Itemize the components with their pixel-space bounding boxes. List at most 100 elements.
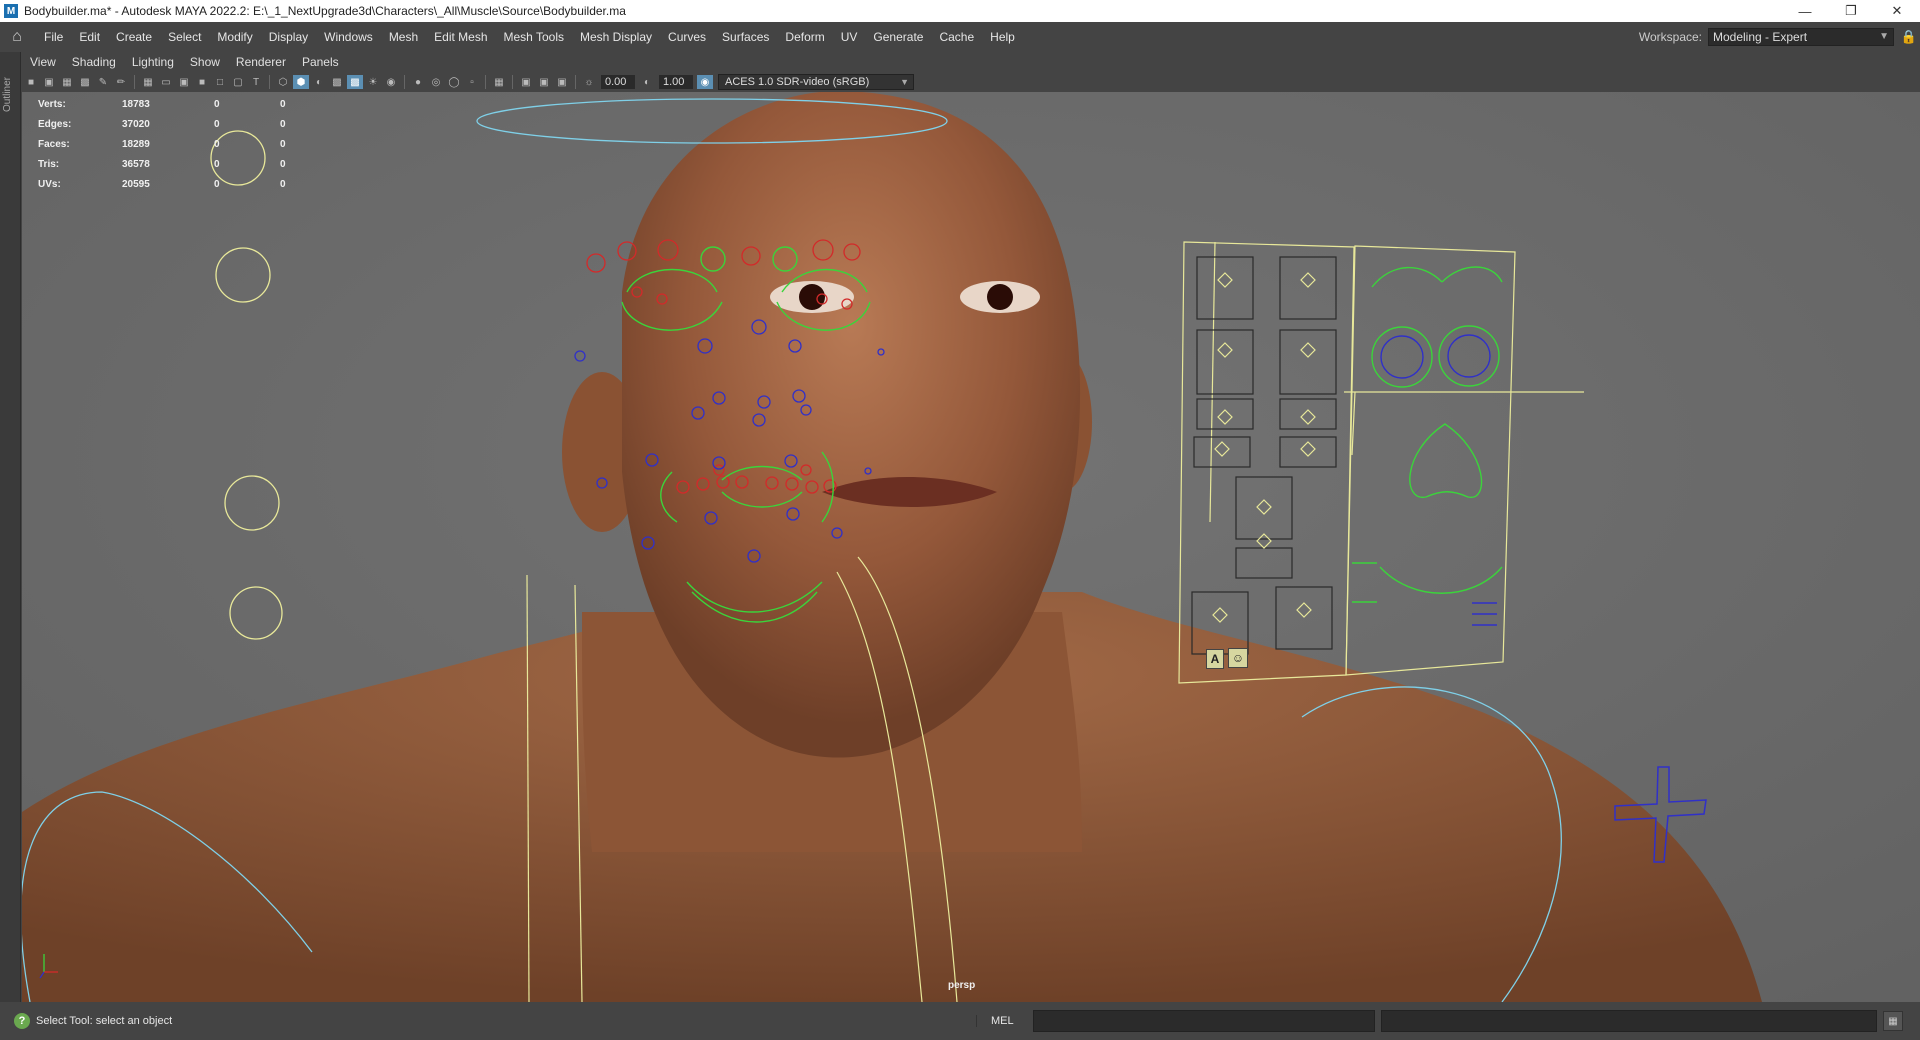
- outliner-strip[interactable]: Outliner: [0, 52, 21, 1002]
- menu-cache[interactable]: Cache: [931, 30, 982, 44]
- backface-culling-icon[interactable]: ▣: [554, 75, 570, 89]
- exposure-field[interactable]: 0.00: [601, 75, 635, 89]
- minimize-icon[interactable]: —: [1782, 0, 1828, 22]
- face-gui-attr-button[interactable]: A: [1206, 649, 1224, 669]
- command-result-field: [1381, 1010, 1877, 1032]
- script-editor-icon[interactable]: ▦: [1883, 1011, 1903, 1031]
- panel-menu-lighting[interactable]: Lighting: [124, 55, 182, 69]
- gate-mask-icon[interactable]: ■: [194, 75, 210, 89]
- hud-value: 0: [214, 178, 220, 190]
- lock-icon[interactable]: 🔒: [1898, 29, 1920, 45]
- hud-value: 20595: [122, 178, 150, 190]
- menu-select[interactable]: Select: [160, 30, 209, 44]
- workspace-dropdown[interactable]: Modeling - Expert ▼: [1708, 28, 1894, 46]
- select-camera-icon[interactable]: ■: [23, 75, 39, 89]
- hud-value: 0: [280, 118, 286, 130]
- menu-windows[interactable]: Windows: [316, 30, 381, 44]
- image-plane-icon[interactable]: ▩: [77, 75, 93, 89]
- help-line: ? Select Tool: select an object MEL ▦: [0, 1002, 1920, 1040]
- hud-value: 36578: [122, 158, 150, 170]
- ambient-occlusion-icon[interactable]: ◉: [383, 75, 399, 89]
- menu-uv[interactable]: UV: [833, 30, 866, 44]
- help-message: Select Tool: select an object: [36, 1015, 173, 1027]
- menu-help[interactable]: Help: [982, 30, 1023, 44]
- panel-menu-show[interactable]: Show: [182, 55, 228, 69]
- menu-mesh-display[interactable]: Mesh Display: [572, 30, 660, 44]
- hud-row-uvs: UVs: 20595 0 0: [38, 174, 320, 194]
- viewport-persp[interactable]: A ☺ Verts: 18783 0 0 Edges: 37020 0 0 Fa…: [22, 92, 1920, 1002]
- resolution-gate-icon[interactable]: ▣: [176, 75, 192, 89]
- color-management-icon[interactable]: ◉: [697, 75, 713, 89]
- menu-mesh-tools[interactable]: Mesh Tools: [496, 30, 572, 44]
- hud-value: 0: [280, 158, 286, 170]
- multisample-icon[interactable]: ◎: [428, 75, 444, 89]
- gamma-icon[interactable]: ◐: [639, 75, 655, 89]
- camera-attributes-icon[interactable]: ▣: [41, 75, 57, 89]
- menu-mesh[interactable]: Mesh: [381, 30, 426, 44]
- grid-icon[interactable]: ▦: [140, 75, 156, 89]
- menu-surfaces[interactable]: Surfaces: [714, 30, 777, 44]
- hud-value: 0: [214, 98, 220, 110]
- xray-active-icon[interactable]: ▣: [536, 75, 552, 89]
- xray-icon[interactable]: ▫: [464, 75, 480, 89]
- safe-action-icon[interactable]: ▢: [230, 75, 246, 89]
- panel-menu-panels[interactable]: Panels: [294, 55, 347, 69]
- title-bar: M Bodybuilder.ma* - Autodesk MAYA 2022.2…: [0, 0, 1920, 22]
- command-line-input[interactable]: [1033, 1010, 1375, 1032]
- smooth-shade-icon[interactable]: ⬢: [293, 75, 309, 89]
- restore-icon[interactable]: ❐: [1828, 0, 1874, 22]
- hud-row-edges: Edges: 37020 0 0: [38, 114, 320, 134]
- safe-title-icon[interactable]: T: [248, 75, 264, 89]
- panel-menu-renderer[interactable]: Renderer: [228, 55, 294, 69]
- face-gui-face-button[interactable]: ☺: [1228, 648, 1248, 668]
- hud-label: Verts:: [38, 98, 66, 110]
- command-language-toggle[interactable]: MEL: [976, 1015, 1033, 1027]
- menu-generate[interactable]: Generate: [865, 30, 931, 44]
- grease-pencil-icon[interactable]: ✏: [113, 75, 129, 89]
- field-chart-icon[interactable]: □: [212, 75, 228, 89]
- panel-menu-shading[interactable]: Shading: [64, 55, 124, 69]
- menu-display[interactable]: Display: [261, 30, 316, 44]
- menu-edit-mesh[interactable]: Edit Mesh: [426, 30, 495, 44]
- motion-blur-icon[interactable]: ●: [410, 75, 426, 89]
- hud-row-tris: Tris: 36578 0 0: [38, 154, 320, 174]
- depth-of-field-icon[interactable]: ◯: [446, 75, 462, 89]
- menu-file[interactable]: File: [36, 30, 71, 44]
- window-title: Bodybuilder.ma* - Autodesk MAYA 2022.2: …: [24, 4, 626, 18]
- chevron-down-icon: ▼: [900, 77, 909, 87]
- menu-curves[interactable]: Curves: [660, 30, 714, 44]
- close-icon[interactable]: ✕: [1874, 0, 1920, 22]
- toolbar-divider: [485, 75, 486, 89]
- textured-icon[interactable]: ▩: [329, 75, 345, 89]
- bookmarks-icon[interactable]: ▦: [59, 75, 75, 89]
- gamma-field[interactable]: 1.00: [659, 75, 693, 89]
- toolbar-divider: [575, 75, 576, 89]
- home-icon[interactable]: ⌂: [6, 26, 28, 48]
- menu-create[interactable]: Create: [108, 30, 160, 44]
- exposure-icon[interactable]: ☼: [581, 75, 597, 89]
- xray-joints-icon[interactable]: ▣: [518, 75, 534, 89]
- menu-edit[interactable]: Edit: [71, 30, 108, 44]
- isolate-select-icon[interactable]: ▦: [491, 75, 507, 89]
- hud-value: 0: [280, 138, 286, 150]
- view-transform-dropdown[interactable]: ACES 1.0 SDR-video (sRGB) ▼: [718, 74, 914, 90]
- menu-deform[interactable]: Deform: [777, 30, 832, 44]
- wireframe-icon[interactable]: ⬡: [275, 75, 291, 89]
- smiley-icon: ☺: [1231, 651, 1245, 665]
- toolbar-divider: [512, 75, 513, 89]
- help-icon: ?: [14, 1013, 30, 1029]
- view-transform-value: ACES 1.0 SDR-video (sRGB): [725, 76, 870, 88]
- workspace-value: Modeling - Expert: [1713, 30, 1808, 44]
- toolbar-divider: [404, 75, 405, 89]
- two-d-pan-icon[interactable]: ✎: [95, 75, 111, 89]
- use-lights-icon[interactable]: ▩: [347, 75, 363, 89]
- menu-modify[interactable]: Modify: [209, 30, 260, 44]
- outliner-label: Outliner: [2, 76, 13, 112]
- panel-menu-view[interactable]: View: [22, 55, 64, 69]
- window-controls: — ❐ ✕: [1782, 0, 1920, 22]
- wireframe-on-shaded-icon[interactable]: ◐: [311, 75, 327, 89]
- film-gate-icon[interactable]: ▭: [158, 75, 174, 89]
- face-gui-attr-label: A: [1210, 652, 1220, 666]
- hud-value: 37020: [122, 118, 150, 130]
- shadows-icon[interactable]: ☀: [365, 75, 381, 89]
